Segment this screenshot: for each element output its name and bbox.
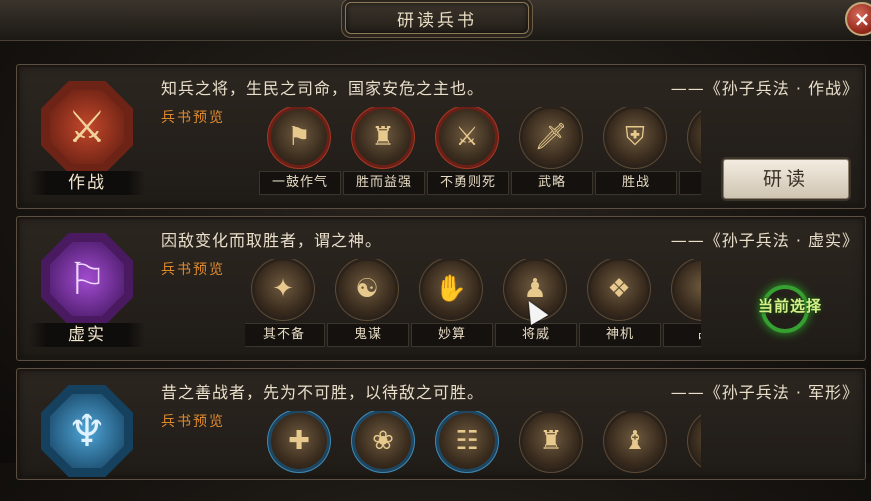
skill-icon: ✋: [423, 261, 479, 317]
skill-icon: ♜: [523, 413, 579, 469]
book-card-xushi[interactable]: ⚐ 虚实 因敌变化而取胜者，谓之神。 ——《孙子兵法 · 虚实》 兵书预览 ✦ …: [16, 216, 866, 361]
skill-item[interactable]: ♝: [595, 411, 677, 501]
book-quote: 因敌变化而取胜者，谓之神。: [161, 231, 383, 250]
skill-name: 其不备: [245, 323, 325, 347]
skill-icon: [691, 413, 701, 469]
book-source: ——《孙子兵法 · 作战》: [670, 79, 859, 98]
book-emblem: ⚐ 虚实: [29, 227, 153, 349]
skill-icon: ♝: [607, 413, 663, 469]
crossed-swords-icon: ⚔: [50, 90, 124, 164]
skill-list: ✚ ❀ ☷ ♜ ♝: [245, 411, 701, 501]
skill-name: 胜而益强: [343, 171, 425, 195]
skill-item[interactable]: ⛨ 胜战: [595, 107, 677, 197]
skill-icon: ☯: [339, 261, 395, 317]
book-quote: 知兵之将，生民之司命，国家安危之主也。: [161, 79, 485, 98]
window-title: 研读兵书: [345, 2, 529, 34]
book-card-junxing[interactable]: ♆ 昔之善战者，先为不可胜，以待敌之可胜。 ——《孙子兵法 · 军形》 兵书预览…: [16, 368, 866, 480]
skill-item[interactable]: [679, 411, 701, 501]
book-emblem: ⚔ 作战: [29, 75, 153, 197]
book-name: 虚实: [29, 323, 145, 347]
skill-icon: ✦: [255, 261, 311, 317]
skill-item[interactable]: [679, 107, 701, 197]
skill-name: 占: [663, 323, 701, 347]
skill-icon: ⚑: [271, 109, 327, 165]
preview-label: 兵书预览: [161, 110, 225, 126]
skill-icon: ♜: [355, 109, 411, 165]
skill-item[interactable]: ♜: [511, 411, 593, 501]
close-icon: ×: [853, 7, 871, 31]
book-card-zuozhan[interactable]: ⚔ 作战 知兵之将，生民之司命，国家安危之主也。 ——《孙子兵法 · 作战》 兵…: [16, 64, 866, 209]
book-source: ——《孙子兵法 · 虚实》: [670, 231, 859, 250]
banner-icon: ⚐: [50, 242, 124, 316]
book-quote: 昔之善战者，先为不可胜，以待敌之可胜。: [161, 383, 485, 402]
skill-name: 将威: [495, 323, 577, 347]
emblem-frame: ♆: [41, 385, 133, 477]
preview-label: 兵书预览: [161, 414, 225, 430]
trident-icon: ♆: [50, 394, 124, 468]
book-emblem: ♆: [29, 379, 153, 501]
skill-name: 一鼓作气: [259, 171, 341, 195]
skill-item[interactable]: ✦ 其不备: [245, 259, 325, 349]
skill-icon: 🗡: [523, 109, 579, 165]
skill-icon: ☷: [439, 413, 495, 469]
skill-icon: ❖: [591, 261, 647, 317]
study-button[interactable]: 研读: [723, 159, 849, 199]
preview-label: 兵书预览: [161, 262, 225, 278]
book-name: 作战: [29, 171, 145, 195]
skill-item[interactable]: ☯ 鬼谋: [327, 259, 409, 349]
book-source: ——《孙子兵法 · 军形》: [670, 383, 859, 402]
skill-item[interactable]: ⚑ 一鼓作气: [259, 107, 341, 197]
skill-name: 不勇则死: [427, 171, 509, 195]
skill-item[interactable]: ❖ 神机: [579, 259, 661, 349]
skill-name: [679, 171, 701, 195]
skill-item[interactable]: 占: [663, 259, 701, 349]
skill-icon: ⛨: [607, 109, 663, 165]
skill-name: 胜战: [595, 171, 677, 195]
skill-item[interactable]: ✋ 妙算: [411, 259, 493, 349]
skill-icon: ✚: [271, 413, 327, 469]
current-selection-badge: 当前选择: [733, 285, 847, 333]
skill-item[interactable]: ⚔ 不勇则死: [427, 107, 509, 197]
skill-item[interactable]: ✚: [259, 411, 341, 501]
skill-list: ✦ 其不备 ☯ 鬼谋 ✋ 妙算 ♟ 将威 ❖ 神机 占: [245, 259, 701, 349]
skill-icon: [691, 109, 701, 165]
skill-icon: ⚔: [439, 109, 495, 165]
skill-name: 神机: [579, 323, 661, 347]
skill-item[interactable]: ☷: [427, 411, 509, 501]
close-button[interactable]: ×: [845, 2, 871, 36]
skill-icon: [675, 261, 701, 317]
skill-icon: ❀: [355, 413, 411, 469]
skill-item[interactable]: ❀: [343, 411, 425, 501]
skill-item[interactable]: ♜ 胜而益强: [343, 107, 425, 197]
skill-item[interactable]: 🗡 武略: [511, 107, 593, 197]
skill-name: 武略: [511, 171, 593, 195]
emblem-frame: ⚔: [41, 81, 133, 173]
emblem-frame: ⚐: [41, 233, 133, 325]
skill-list: ⚑ 一鼓作气 ♜ 胜而益强 ⚔ 不勇则死 🗡 武略 ⛨ 胜战: [245, 107, 701, 197]
skill-name: 妙算: [411, 323, 493, 347]
skill-name: 鬼谋: [327, 323, 409, 347]
